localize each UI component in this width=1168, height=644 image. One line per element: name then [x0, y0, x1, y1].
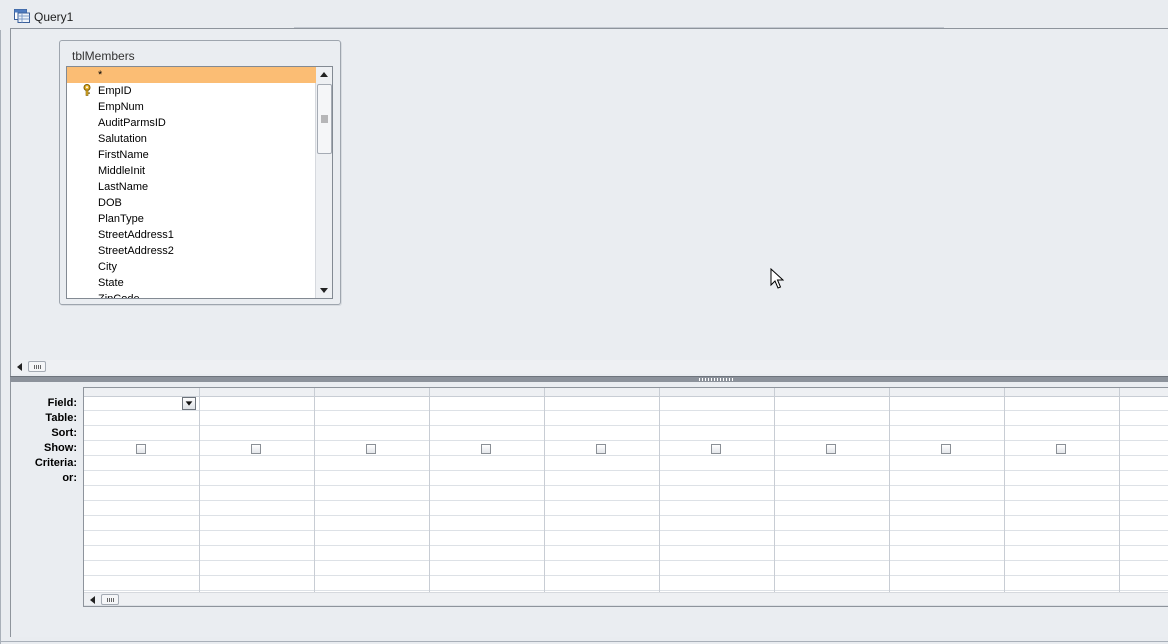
document-tab[interactable]: Query1: [0, 0, 1168, 30]
grid-row-line: [84, 575, 1168, 576]
field-name: Salutation: [98, 133, 147, 145]
show-checkbox[interactable]: [251, 444, 261, 454]
grid-column-line: [1119, 388, 1120, 592]
grid-scroll-left-arrow-icon[interactable]: [90, 596, 95, 604]
mouse-cursor-icon: [770, 268, 784, 289]
field-name: PlanType: [98, 213, 144, 225]
field-list-item[interactable]: ZipCode: [67, 291, 316, 299]
field-name: FirstName: [98, 149, 149, 161]
field-list-item[interactable]: LastName: [67, 179, 316, 195]
field-list-item[interactable]: StreetAddress2: [67, 243, 316, 259]
grid-row-line: [84, 590, 1168, 591]
field-name: State: [98, 277, 124, 289]
grid-row-label: Show:: [44, 442, 77, 454]
grid-column-line: [544, 388, 545, 592]
show-checkbox[interactable]: [826, 444, 836, 454]
grid-row-line: [84, 410, 1168, 411]
scroll-down-arrow-icon[interactable]: [316, 282, 332, 298]
field-name: EmpNum: [98, 101, 144, 113]
field-list-item[interactable]: FirstName: [67, 147, 316, 163]
show-checkbox[interactable]: [1056, 444, 1066, 454]
field-list-item[interactable]: AuditParmsID: [67, 115, 316, 131]
qbe-grid[interactable]: [83, 387, 1168, 607]
field-list-item[interactable]: Salutation: [67, 131, 316, 147]
field-name: AuditParmsID: [98, 117, 166, 129]
show-checkbox[interactable]: [481, 444, 491, 454]
field-name: DOB: [98, 197, 122, 209]
grid-column-selectors[interactable]: [84, 388, 1168, 397]
show-checkbox[interactable]: [366, 444, 376, 454]
query-grid-pane[interactable]: Field: Table: Sort: Show: Criteria: or:: [10, 382, 1168, 637]
grid-row-line: [84, 560, 1168, 561]
scroll-up-arrow-icon[interactable]: [316, 67, 332, 83]
field-list-item[interactable]: State: [67, 275, 316, 291]
grid-horizontal-scroll-thumb[interactable]: [101, 594, 119, 605]
field-dropdown-button[interactable]: [182, 397, 196, 410]
field-list-item[interactable]: MiddleInit: [67, 163, 316, 179]
grid-row-labels: Field: Table: Sort: Show: Criteria: or:: [11, 396, 77, 486]
field-list-item[interactable]: DOB: [67, 195, 316, 211]
chevron-down-icon: [185, 401, 193, 406]
grid-row-line: [84, 455, 1168, 456]
field-list-item[interactable]: *: [67, 67, 316, 83]
grid-column-line: [889, 388, 890, 592]
design-pane-horizontal-scrollbar[interactable]: [12, 360, 1168, 374]
field-name: LastName: [98, 181, 149, 193]
show-checkbox[interactable]: [136, 444, 146, 454]
grid-column-line: [1004, 388, 1005, 592]
table-field-list-window[interactable]: tblMembers * EmpID EmpNum AuditParmsID Salut…: [59, 40, 341, 305]
field-list-item[interactable]: StreetAddress1: [67, 227, 316, 243]
show-checkbox[interactable]: [711, 444, 721, 454]
field-name: StreetAddress1: [98, 229, 174, 241]
show-checkbox[interactable]: [596, 444, 606, 454]
field-name: ZipCode: [98, 293, 140, 299]
window-border-left: [0, 0, 1, 644]
field-list-item[interactable]: EmpID: [67, 83, 316, 99]
field-list-item[interactable]: EmpNum: [67, 99, 316, 115]
grid-column-line: [429, 388, 430, 592]
horizontal-scroll-thumb[interactable]: [28, 361, 46, 372]
splitter-grip[interactable]: [699, 378, 733, 381]
grid-row-line: [84, 425, 1168, 426]
query-design-pane[interactable]: tblMembers * EmpID EmpNum AuditParmsID Salut…: [10, 28, 1168, 377]
grid-column-line: [314, 388, 315, 592]
grid-row-line: [84, 605, 1168, 606]
show-checkbox[interactable]: [941, 444, 951, 454]
document-title: Query1: [34, 10, 74, 24]
grid-row-line: [84, 515, 1168, 516]
grid-row-line: [84, 500, 1168, 501]
grid-row-label: or:: [62, 472, 77, 484]
grid-row-label: Field:: [47, 397, 77, 409]
field-name: City: [98, 261, 117, 273]
field-list-item[interactable]: PlanType: [67, 211, 316, 227]
grid-row-line: [84, 530, 1168, 531]
field-list[interactable]: * EmpID EmpNum AuditParmsID Salutation FirstN…: [66, 66, 333, 299]
query-icon: [14, 9, 30, 23]
grid-row-line: [84, 440, 1168, 441]
field-list-vertical-scrollbar[interactable]: [315, 67, 332, 298]
grid-row-line: [84, 470, 1168, 471]
scroll-thumb[interactable]: [317, 84, 332, 154]
field-list-item[interactable]: City: [67, 259, 316, 275]
grid-row-line: [84, 545, 1168, 546]
window-border-bottom: [0, 641, 1168, 642]
grid-row-line: [84, 485, 1168, 486]
field-name: MiddleInit: [98, 165, 146, 177]
grid-row-label: Criteria:: [34, 457, 77, 469]
grid-column-line: [199, 388, 200, 592]
table-title[interactable]: tblMembers: [72, 49, 135, 63]
field-name: EmpID: [98, 85, 132, 97]
field-name: *: [98, 69, 103, 81]
scroll-left-arrow-icon[interactable]: [17, 363, 22, 371]
grid-column-line: [659, 388, 660, 592]
field-name: StreetAddress2: [98, 245, 174, 257]
grid-row-label: Sort:: [51, 427, 77, 439]
grid-column-line: [774, 388, 775, 592]
grid-row-label: Table:: [45, 412, 77, 424]
primary-key-icon: [83, 84, 91, 96]
